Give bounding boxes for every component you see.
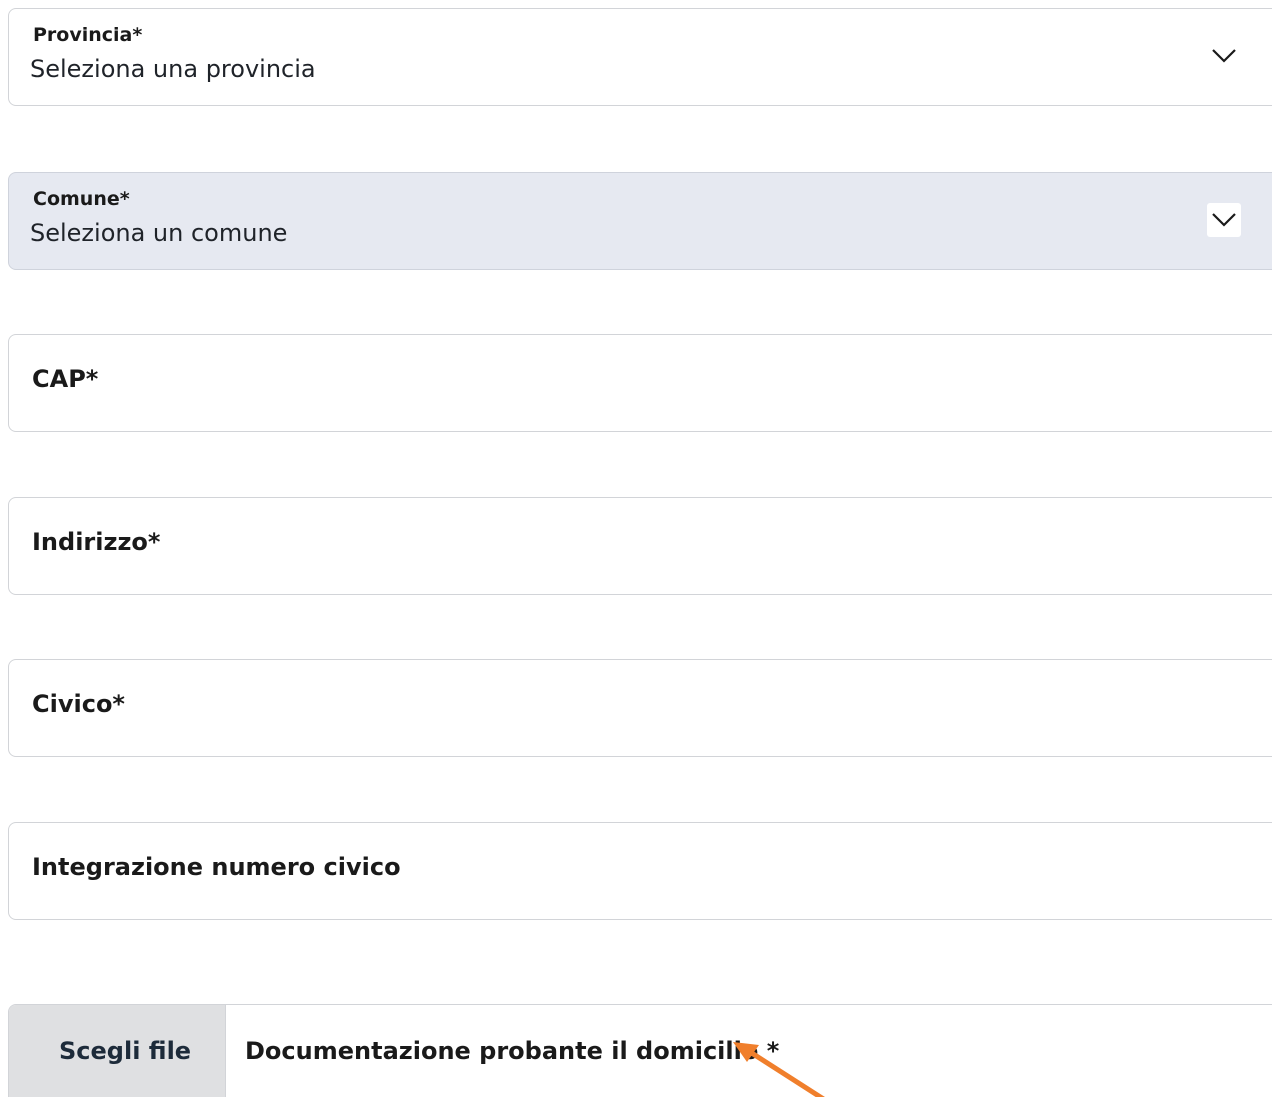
integrazione-label: Integrazione numero civico (32, 853, 401, 881)
arrow-icon (733, 1042, 825, 1097)
choose-file-label: Scegli file (59, 1037, 192, 1065)
provincia-value: Seleziona una provincia (30, 55, 316, 83)
civico-input[interactable]: Civico* (8, 659, 1272, 757)
indirizzo-input[interactable]: Indirizzo* (8, 497, 1272, 595)
cap-input[interactable]: CAP* (8, 334, 1272, 432)
provincia-select[interactable]: Provincia* Seleziona una provincia (8, 8, 1272, 106)
form-page: Provincia* Seleziona una provincia Comun… (0, 0, 1272, 1097)
choose-file-button[interactable]: Scegli file (9, 1005, 226, 1097)
integrazione-civico-input[interactable]: Integrazione numero civico (8, 822, 1272, 920)
chevron-down-icon[interactable] (1207, 203, 1241, 237)
cap-label: CAP* (32, 365, 99, 393)
provincia-label: Provincia* (33, 24, 143, 46)
comune-select[interactable]: Comune* Seleziona un comune (8, 172, 1272, 270)
indirizzo-label: Indirizzo* (32, 528, 161, 556)
civico-label: Civico* (32, 690, 125, 718)
chevron-down-icon[interactable] (1207, 39, 1241, 73)
comune-label: Comune* (33, 188, 130, 210)
file-upload-label: Documentazione probante il domicilio * (245, 1037, 780, 1065)
file-upload-field[interactable]: Scegli file Documentazione probante il d… (8, 1004, 1272, 1097)
comune-value: Seleziona un comune (30, 219, 288, 247)
